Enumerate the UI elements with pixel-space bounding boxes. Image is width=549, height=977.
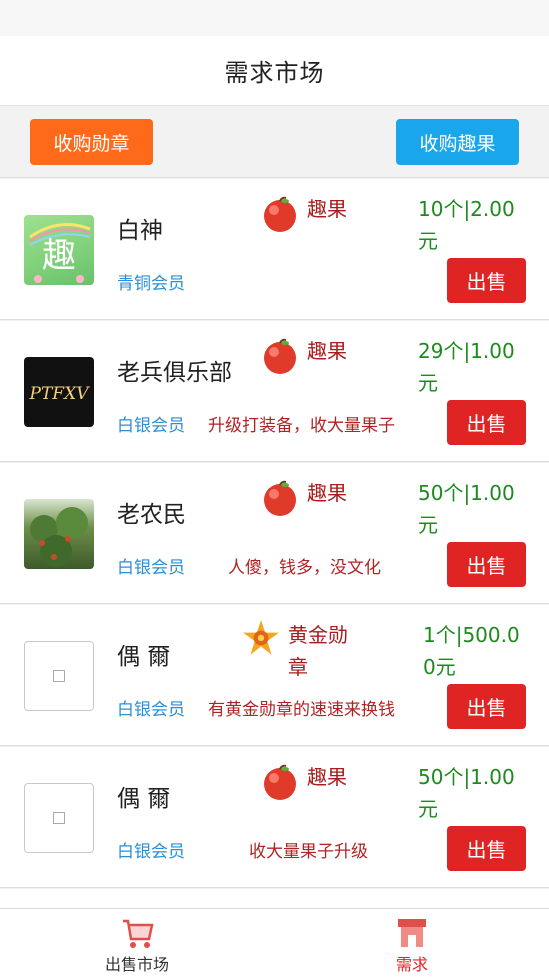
price-text: 50个|1.00元: [418, 481, 515, 537]
store-icon: [398, 919, 426, 947]
avatar[interactable]: [24, 499, 94, 569]
member-level: 白银会员: [117, 842, 185, 862]
avatar[interactable]: [24, 783, 94, 853]
svg-text:PTFXV: PTFXV: [29, 384, 91, 404]
note-text: 升级打装备，收大量果子: [208, 416, 395, 436]
tab-demand-market[interactable]: 需求: [275, 909, 549, 977]
status-bar: [0, 0, 549, 36]
username: 老农民: [117, 502, 186, 528]
note-text: 收大量果子升级: [249, 842, 368, 862]
goods-name: 趣果: [307, 481, 347, 505]
goods-name: 趣果: [307, 765, 347, 789]
list-item[interactable]: 老农民 白银会员 人傻，钱多，没文化 趣果 50个|1.00元 出售: [0, 463, 549, 604]
avatar-image: 趣: [29, 223, 91, 283]
sell-button[interactable]: 出售: [447, 542, 526, 587]
shopping-cart-icon: [123, 919, 154, 948]
tab-label: 出售市场: [104, 955, 169, 974]
avatar[interactable]: [24, 641, 94, 711]
member-level: 白银会员: [117, 700, 185, 720]
gold-medal-icon: [243, 620, 279, 655]
action-bar: 收购勋章 收购趣果: [0, 106, 549, 178]
apple-icon: [264, 764, 296, 800]
avatar-image: [30, 507, 88, 567]
list-item[interactable]: 偶 爾 白银会员 收大量果子升级 趣果 50个|1.00元 出售: [0, 747, 549, 888]
avatar[interactable]: PTFXV: [24, 357, 94, 427]
username: 老兵俱乐部: [117, 360, 232, 386]
username: 偶 爾: [117, 644, 171, 670]
page-title: 需求市场: [224, 59, 325, 87]
note-text: 有黄金勋章的速速来换钱: [208, 700, 395, 720]
username: 偶 爾: [117, 786, 171, 812]
sell-button[interactable]: 出售: [447, 258, 526, 303]
price-text: 50个|1.00元: [418, 765, 515, 821]
tab-label: 需求: [395, 955, 428, 974]
top-bar: 需求市场: [0, 36, 549, 106]
note-text: 人傻，钱多，没文化: [228, 558, 381, 578]
avatar-image: PTFXV: [29, 384, 91, 404]
goods-name: 黄金勋章: [288, 623, 348, 679]
avatar[interactable]: 趣: [24, 215, 94, 285]
member-level: 白银会员: [117, 558, 185, 578]
svg-text:趣: 趣: [42, 236, 76, 276]
buy-medal-button[interactable]: 收购勋章: [30, 119, 153, 165]
price-text: 29个|1.00元: [418, 339, 515, 395]
list-item[interactable]: 趣 白神 青铜会员 趣果 10个|2.00元 出售: [0, 179, 549, 320]
sell-button[interactable]: 出售: [447, 826, 526, 871]
member-level: 青铜会员: [117, 274, 185, 294]
broken-image-icon: [53, 812, 65, 824]
price-text: 10个|2.00元: [418, 197, 515, 253]
apple-icon: [264, 196, 296, 232]
username: 白神: [117, 218, 163, 244]
apple-icon: [264, 338, 296, 374]
bottom-tab-bar: 出售市场 需求: [0, 908, 549, 977]
buy-fruit-button[interactable]: 收购趣果: [396, 119, 519, 165]
apple-icon: [264, 480, 296, 516]
goods-name: 趣果: [307, 197, 347, 221]
list-item[interactable]: 偶 爾 白银会员 有黄金勋章的速速来换钱 黄金勋章 1个|500.00元 出售: [0, 605, 549, 746]
goods-name: 趣果: [307, 339, 347, 363]
price-text: 1个|500.00元: [423, 623, 520, 679]
broken-image-icon: [53, 670, 65, 682]
sell-button[interactable]: 出售: [447, 684, 526, 729]
member-level: 白银会员: [117, 416, 185, 436]
sell-button[interactable]: 出售: [447, 400, 526, 445]
list-item[interactable]: PTFXV 老兵俱乐部 白银会员 升级打装备，收大量果子 趣果 29个|1.00…: [0, 321, 549, 462]
tab-sell-market[interactable]: 出售市场: [0, 909, 274, 977]
